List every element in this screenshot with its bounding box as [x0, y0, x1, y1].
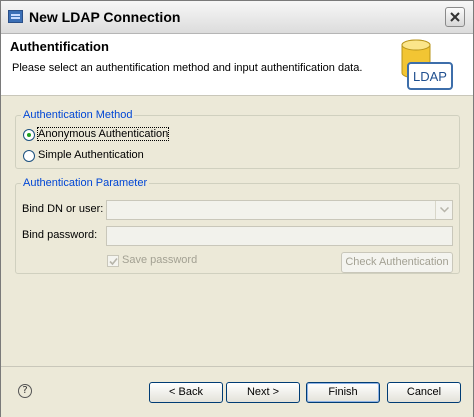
- radio-label-anonymous: Anonymous Authentication: [36, 127, 170, 141]
- authentication-parameter-legend: Authentication Parameter: [23, 177, 148, 189]
- dialog-window: New LDAP Connection Authentification Ple…: [0, 0, 474, 417]
- finish-button[interactable]: Finish: [306, 382, 380, 403]
- authentication-method-group: Authentication Method Anonymous Authenti…: [15, 109, 460, 169]
- window-title: New LDAP Connection: [29, 9, 181, 25]
- wizard-content: Authentication Method Anonymous Authenti…: [1, 96, 473, 366]
- bind-dn-label: Bind DN or user:: [22, 203, 104, 215]
- ldap-database-icon: LDAP: [401, 39, 453, 90]
- title-bar[interactable]: New LDAP Connection: [1, 1, 473, 34]
- wizard-banner: Authentification Please select an authen…: [1, 34, 473, 96]
- page-title: Authentification: [10, 39, 109, 54]
- wizard-footer: ? < Back Next > Finish Cancel: [1, 366, 473, 417]
- next-button[interactable]: Next >: [226, 382, 300, 403]
- help-icon[interactable]: ?: [18, 384, 32, 398]
- chevron-down-icon: [440, 207, 449, 213]
- radio-button-unchecked[interactable]: [23, 150, 35, 162]
- checkmark-icon: [109, 257, 118, 266]
- ldap-icon-label: LDAP: [413, 69, 447, 84]
- bind-dn-combo[interactable]: [106, 200, 453, 220]
- page-description: Please select an authentification method…: [12, 62, 363, 74]
- radio-label-simple: Simple Authentication: [38, 149, 144, 161]
- close-icon: [450, 12, 460, 22]
- authentication-method-legend: Authentication Method: [23, 109, 133, 121]
- combo-dropdown-button[interactable]: [435, 201, 452, 219]
- back-button[interactable]: < Back: [149, 382, 223, 403]
- check-authentication-button[interactable]: Check Authentication: [341, 252, 453, 273]
- radio-button-checked[interactable]: [23, 129, 35, 141]
- bind-password-field[interactable]: [106, 226, 453, 246]
- save-password-label: Save password: [122, 254, 198, 266]
- bind-password-label: Bind password:: [22, 229, 98, 241]
- authentication-parameter-group: Authentication Parameter Bind DN or user…: [15, 177, 460, 274]
- cancel-button[interactable]: Cancel: [387, 382, 461, 403]
- save-password-checkbox[interactable]: [107, 255, 119, 267]
- close-button[interactable]: [445, 7, 465, 27]
- app-icon: [8, 10, 23, 23]
